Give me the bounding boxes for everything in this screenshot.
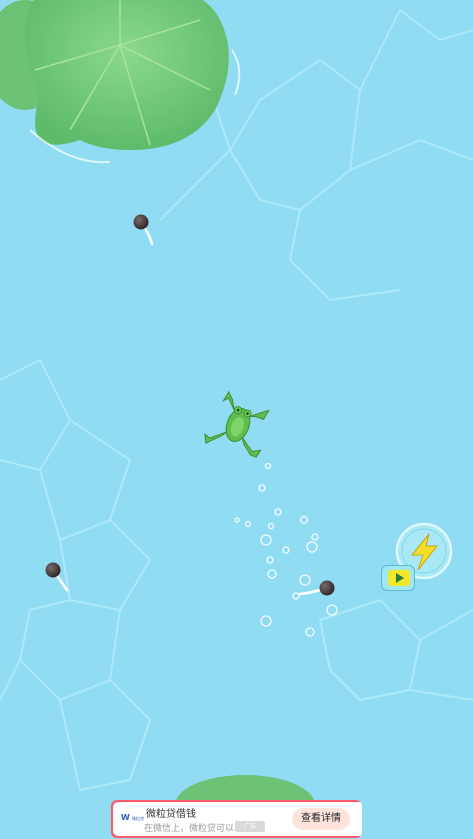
ad-cta-button[interactable]: 查看详情	[292, 808, 350, 830]
close-icon[interactable]: ×	[348, 801, 358, 811]
ad-description: 在微信上，微粒贷可以...	[144, 824, 243, 834]
play-video-button[interactable]	[381, 565, 415, 591]
ad-title: 微粒贷借钱	[146, 809, 196, 820]
ad-tag: 广告	[235, 821, 265, 832]
game-scene[interactable]	[0, 0, 473, 839]
ad-banner[interactable]: W 微粒贷 微粒贷借钱 在微信上，微粒贷可以... 广告 查看详情 ×	[111, 800, 362, 838]
ad-logo-subtitle: 微粒贷	[132, 816, 144, 821]
play-video-icon	[388, 570, 410, 586]
